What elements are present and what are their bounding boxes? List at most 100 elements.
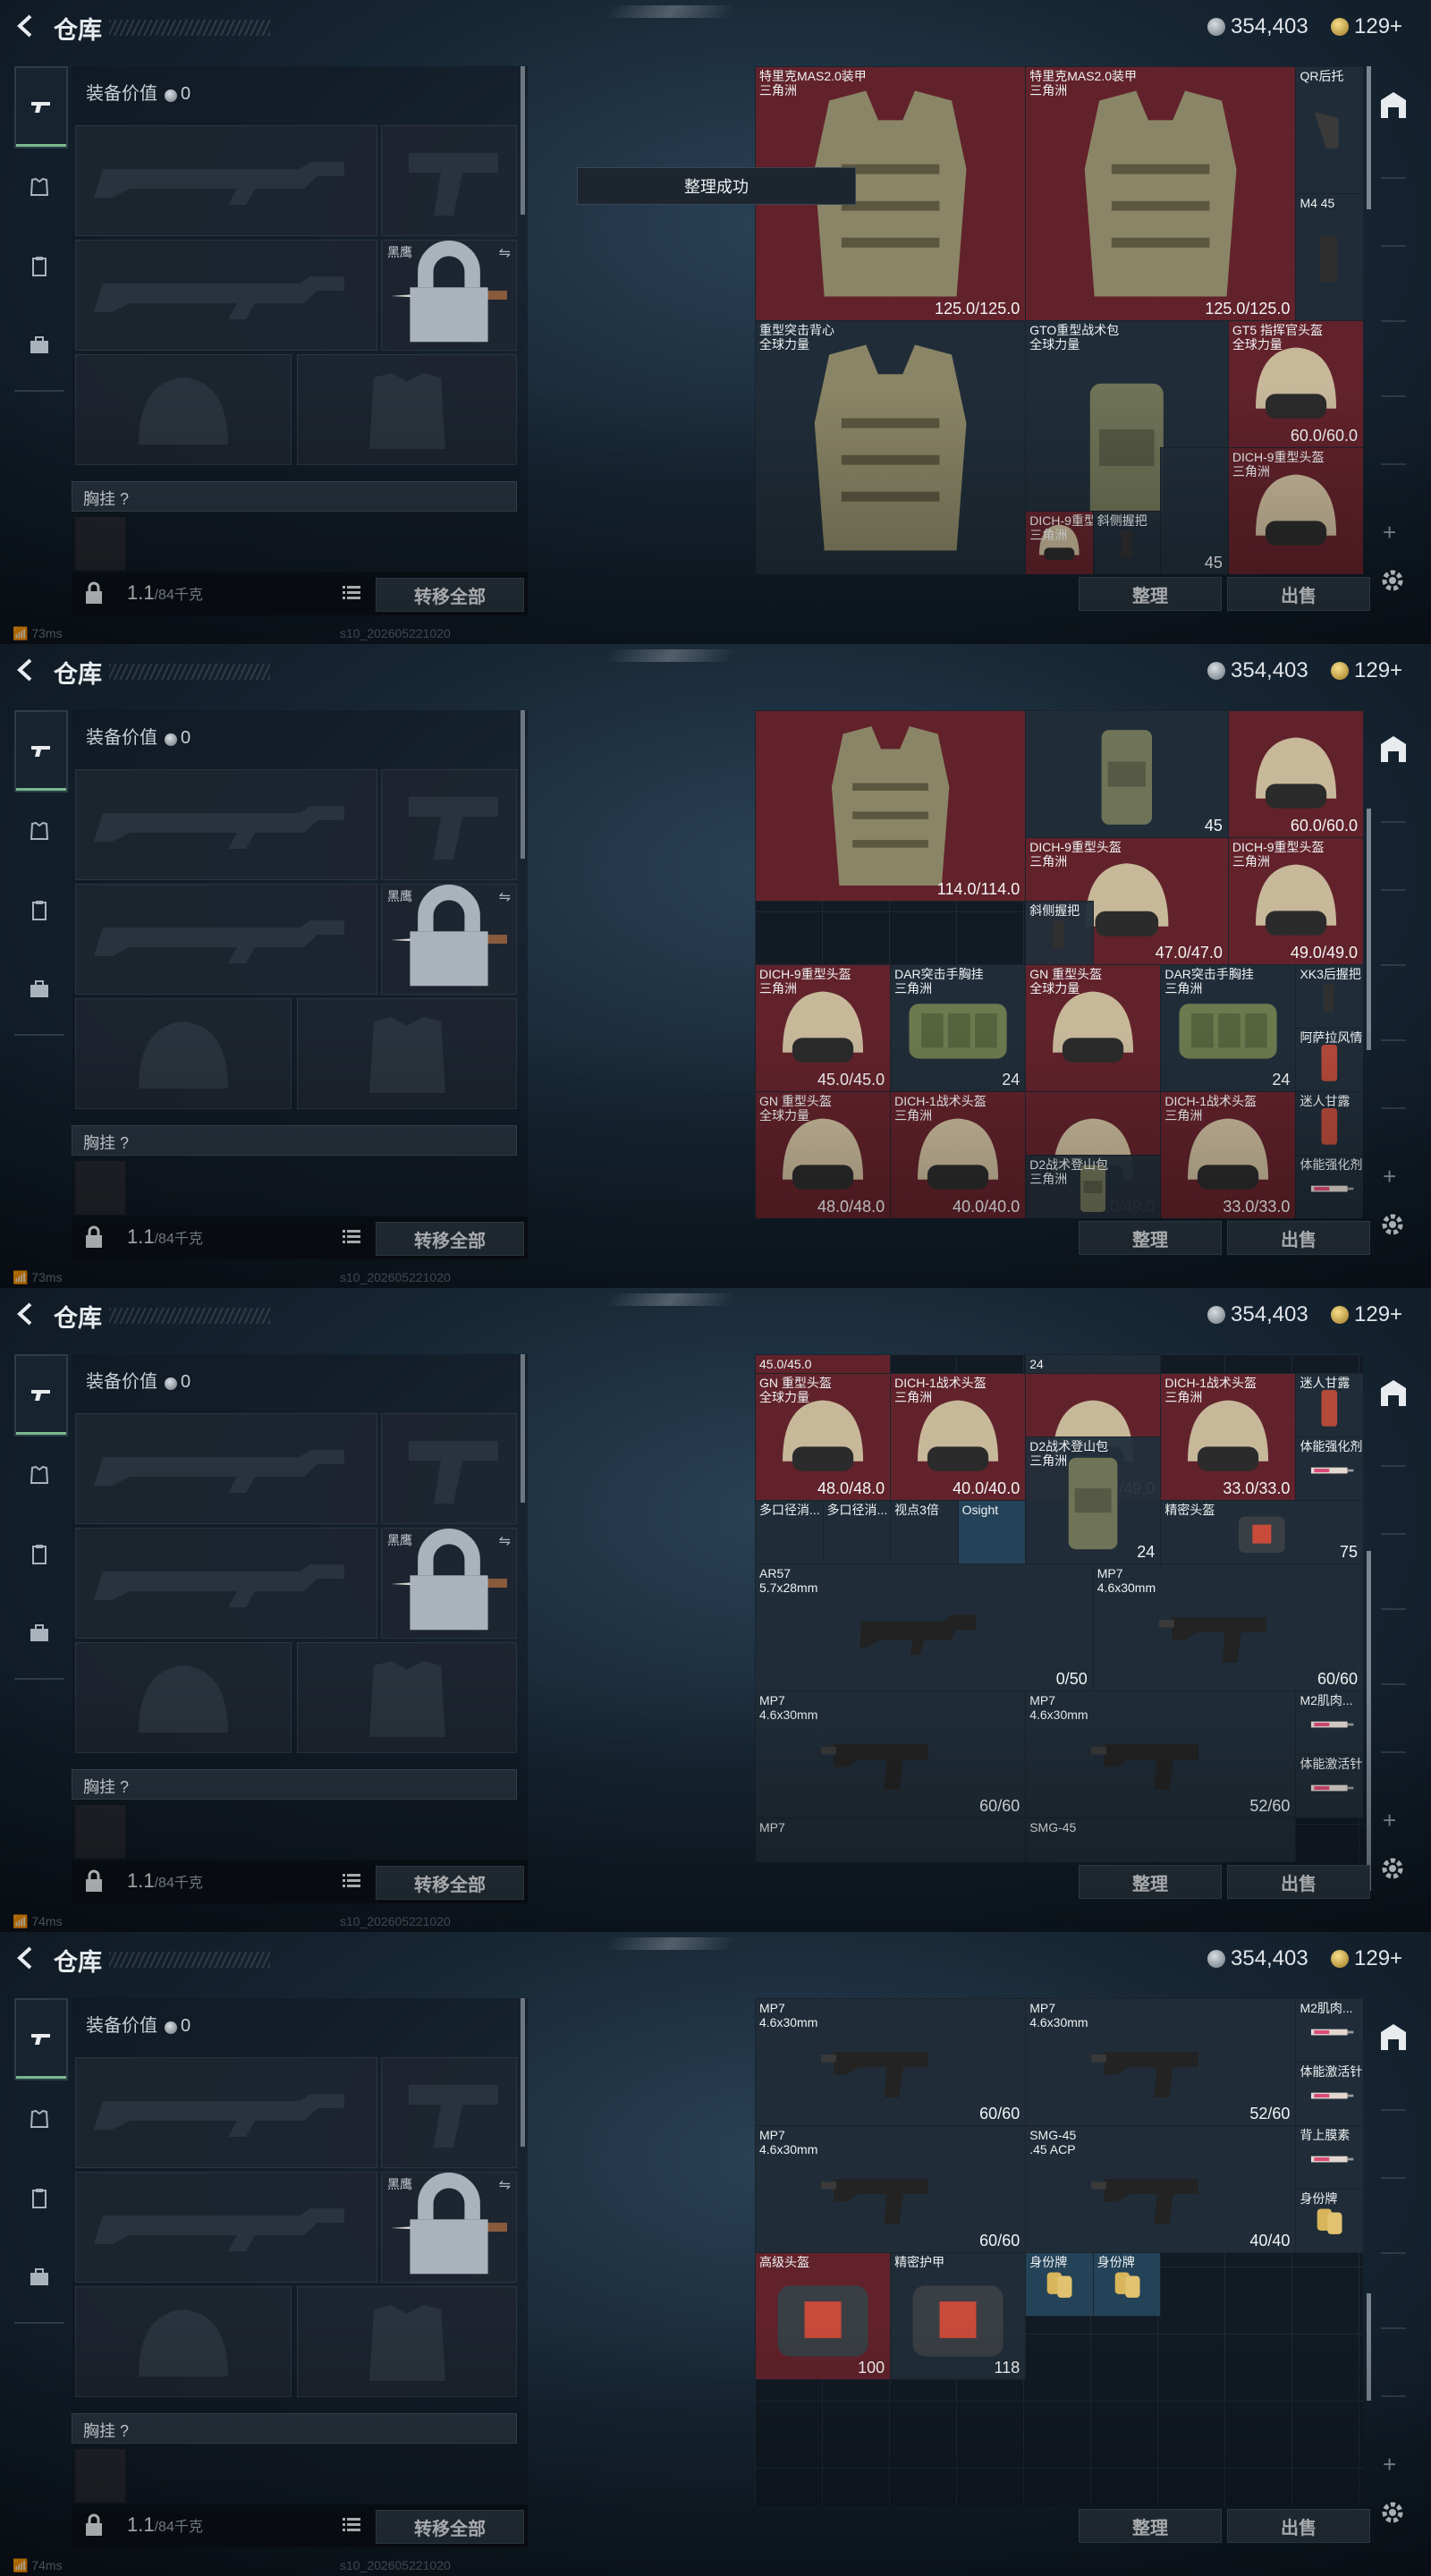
stash-page-5[interactable]	[1381, 444, 1406, 465]
gear-icon[interactable]	[1377, 2497, 1408, 2528]
stash-item[interactable]: QR后托	[1295, 66, 1363, 194]
stash-item[interactable]: 特里克MAS2.0装甲 三角洲 125.0/125.0	[1025, 66, 1297, 321]
melee-slot[interactable]: 黑鹰 ⇋	[381, 240, 517, 351]
melee-slot[interactable]: 黑鹰 ⇋	[381, 2172, 517, 2283]
gold-currency[interactable]: 129+	[1331, 14, 1402, 39]
tab-armor[interactable]	[14, 148, 64, 227]
back-button[interactable]	[13, 1301, 39, 1327]
equipment-scrollbar[interactable]	[521, 66, 525, 215]
pistol-slot[interactable]	[381, 1413, 517, 1524]
stash-home-icon[interactable]	[1376, 2020, 1411, 2055]
melee-slot[interactable]: 黑鹰 ⇋	[381, 884, 517, 995]
stash-item[interactable]: GN 重型头盔 全球力量 48.0/48.0	[755, 1373, 892, 1502]
sort-button[interactable]: 整理	[1079, 577, 1222, 611]
silver-currency[interactable]: 354,403	[1207, 14, 1308, 39]
tab-containers[interactable]	[14, 1594, 64, 1673]
transfer-all-button[interactable]: 转移全部	[376, 1866, 524, 1900]
stash-page-4[interactable]	[1381, 1020, 1406, 1041]
stash-page-3[interactable]	[1381, 301, 1406, 322]
back-button[interactable]	[13, 657, 39, 683]
stash-page-3[interactable]	[1381, 2233, 1406, 2254]
tab-weapons[interactable]	[14, 1354, 68, 1436]
stash-item[interactable]: GN 重型头盔 全球力量 48.0/48.0	[755, 1091, 892, 1218]
transfer-all-button[interactable]: 转移全部	[376, 578, 524, 612]
secondary-weapon-slot[interactable]	[75, 1528, 377, 1639]
stash-page-3[interactable]	[1381, 945, 1406, 966]
stash-page-1[interactable]	[1381, 1445, 1406, 1467]
stash-item[interactable]: 45	[1025, 710, 1229, 838]
equipment-scrollbar[interactable]	[521, 710, 525, 859]
stash-scrollbar[interactable]	[1367, 809, 1371, 1050]
stash-item[interactable]: 视点3倍	[890, 1500, 959, 1565]
stash-page-5[interactable]	[1381, 1088, 1406, 1109]
backpack-slot[interactable]	[75, 1805, 125, 1859]
list-icon[interactable]	[342, 1871, 361, 1891]
pistol-slot[interactable]	[381, 2057, 517, 2168]
pistol-slot[interactable]	[381, 125, 517, 236]
backpack-slot[interactable]	[75, 1161, 125, 1215]
stash-item[interactable]: 体能强化剂	[1295, 1436, 1363, 1502]
transfer-all-button[interactable]: 转移全部	[376, 1222, 524, 1256]
stash-item[interactable]: AR57 5.7x28mm 0/50	[755, 1563, 1094, 1692]
stash-item[interactable]: DICH-1战术头盔 三角洲 33.0/33.0	[1160, 1091, 1297, 1218]
primary-weapon-slot[interactable]	[75, 2057, 377, 2168]
stash-item[interactable]: DICH-9重型头盔 三角洲 49.0/49.0	[1227, 837, 1363, 965]
stash-item[interactable]: MP7 4.6x30mm 60/60	[755, 1998, 1027, 2126]
stash-item[interactable]: 114.0/114.0	[755, 710, 1027, 902]
tab-containers[interactable]	[14, 306, 64, 385]
helmet-slot[interactable]	[75, 1642, 292, 1753]
stash-page-1[interactable]	[1381, 801, 1406, 823]
tab-medical[interactable]	[14, 227, 64, 306]
stash-item[interactable]: DICH-1战术头盔 三角洲 40.0/40.0	[890, 1091, 1027, 1218]
stash-item[interactable]: 多口径消...	[822, 1500, 892, 1565]
primary-weapon-slot[interactable]	[75, 769, 377, 880]
stash-item[interactable]: DICH-1战术头盔 三角洲 33.0/33.0	[1160, 1373, 1297, 1502]
stash-item[interactable]: 60.0/60.0	[1227, 710, 1363, 838]
stash-scrollbar[interactable]	[1367, 66, 1371, 209]
add-page-button[interactable]: +	[1383, 1807, 1396, 1835]
tab-armor[interactable]	[14, 792, 64, 871]
padlock-icon[interactable]	[84, 1869, 104, 1893]
tab-medical[interactable]	[14, 871, 64, 950]
stash-home-icon[interactable]	[1376, 732, 1411, 767]
stash-item[interactable]: D2战术登山包 三角洲	[1025, 1155, 1162, 1218]
stash-page-2[interactable]	[1381, 869, 1406, 891]
stash-page-5[interactable]	[1381, 1732, 1406, 1753]
stash-item[interactable]: DAR突击手胸挂 三角洲 24	[890, 964, 1027, 1092]
gear-icon[interactable]	[1377, 1853, 1408, 1884]
stash-item[interactable]: MP7 4.6x30mm 60/60	[755, 1690, 1027, 1819]
tab-weapons[interactable]	[14, 710, 68, 792]
helmet-slot[interactable]	[75, 2286, 292, 2397]
stash-item[interactable]: DICH-9重型头盔 三角洲	[1227, 447, 1363, 574]
primary-weapon-slot[interactable]	[75, 125, 377, 236]
sort-button[interactable]: 整理	[1079, 2509, 1222, 2543]
sell-button[interactable]: 出售	[1227, 577, 1370, 611]
stash-item[interactable]: Osight	[957, 1500, 1027, 1565]
stash-item[interactable]: 45.0/45.0	[755, 1354, 892, 1375]
list-icon[interactable]	[342, 1227, 361, 1247]
secondary-weapon-slot[interactable]	[75, 884, 377, 995]
stash-item[interactable]: 阿萨拉风情	[1295, 1028, 1363, 1092]
stash-item[interactable]: 迷人甘露	[1295, 1373, 1363, 1438]
sell-button[interactable]: 出售	[1227, 1865, 1370, 1899]
sell-button[interactable]: 出售	[1227, 2509, 1370, 2543]
stash-item[interactable]: MP7 4.6x30mm 52/60	[1025, 1690, 1297, 1819]
silver-currency[interactable]: 354,403	[1207, 1946, 1308, 1971]
melee-slot[interactable]: 黑鹰 ⇋	[381, 1528, 517, 1639]
stash-scrollbar[interactable]	[1367, 1551, 1371, 1891]
stash-page-4[interactable]	[1381, 1664, 1406, 1685]
stash-item[interactable]: 身份牌	[1295, 2189, 1363, 2253]
silver-currency[interactable]: 354,403	[1207, 658, 1308, 683]
stash-item[interactable]: DICH-1战术头盔 三角洲 40.0/40.0	[890, 1373, 1027, 1502]
gold-currency[interactable]: 129+	[1331, 1302, 1402, 1327]
stash-item[interactable]: MP7 4.6x30mm 60/60	[1092, 1563, 1363, 1692]
tab-medical[interactable]	[14, 1515, 64, 1594]
padlock-icon[interactable]	[84, 581, 104, 605]
stash-item[interactable]: 45	[1160, 447, 1229, 574]
sort-button[interactable]: 整理	[1079, 1221, 1222, 1255]
helmet-slot[interactable]	[75, 998, 292, 1109]
silver-currency[interactable]: 354,403	[1207, 1302, 1308, 1327]
armor-slot[interactable]	[297, 1642, 517, 1753]
stash-item[interactable]: DAR突击手胸挂 三角洲 24	[1160, 964, 1297, 1092]
tab-weapons[interactable]	[14, 1998, 68, 2080]
